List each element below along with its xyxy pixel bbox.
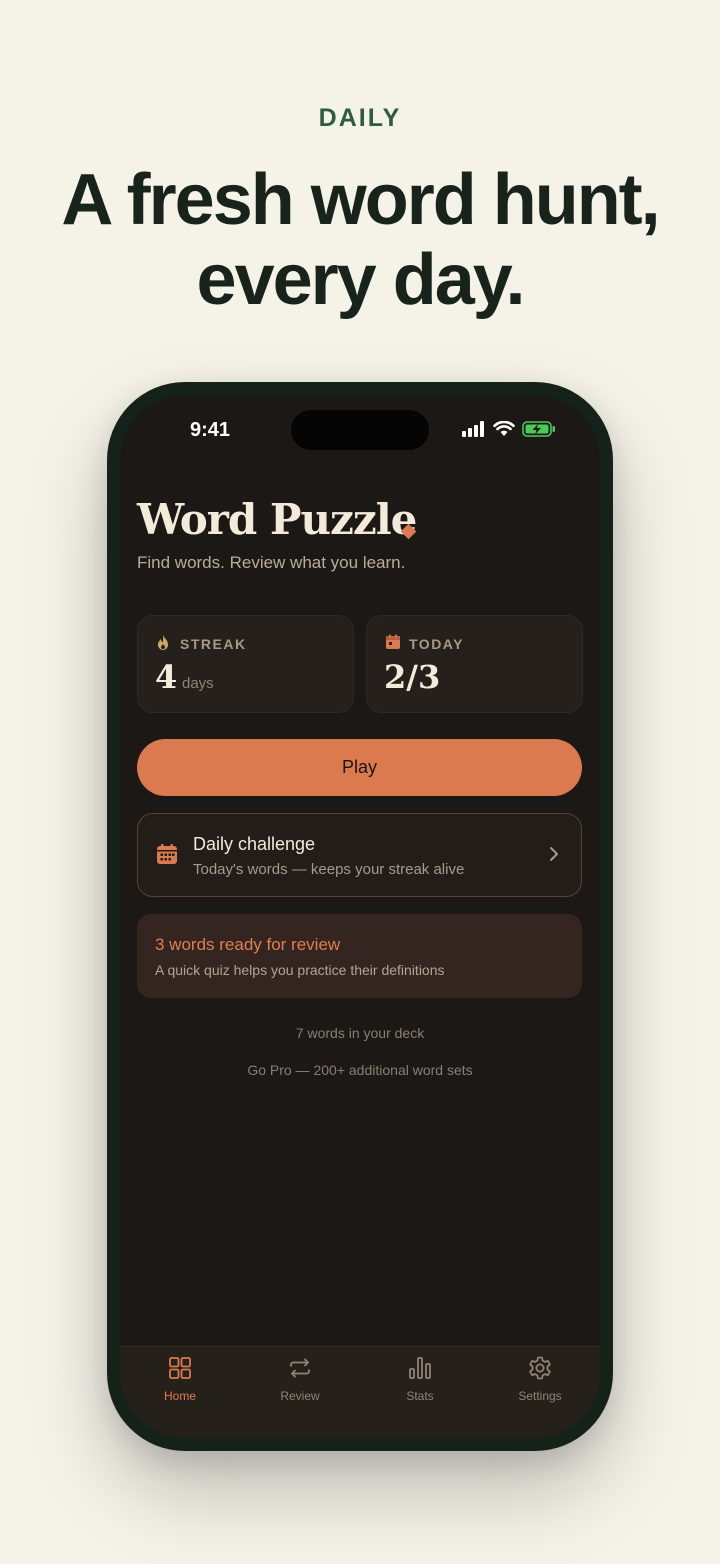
phone-screen: 9:41 Word Puzzle Find words. Review what… xyxy=(120,395,600,1438)
calendar-icon xyxy=(386,634,400,649)
repeat-icon xyxy=(290,1358,310,1378)
status-icons xyxy=(462,421,556,437)
signal-icon xyxy=(462,421,484,437)
tab-stats[interactable]: Stats xyxy=(360,1355,480,1403)
daily-challenge-title: Daily challenge xyxy=(193,834,316,854)
headline-line-1: A fresh word hunt, xyxy=(61,160,660,240)
tab-settings-label: Settings xyxy=(518,1389,562,1403)
battery-charging-icon xyxy=(522,421,555,437)
bar-chart-icon xyxy=(409,1357,431,1379)
wifi-icon xyxy=(493,421,515,436)
deck-count: 7 words in your deck xyxy=(295,1025,425,1041)
headline-line-2: every day. xyxy=(196,240,526,320)
tab-stats-label: Stats xyxy=(406,1389,434,1403)
gear-icon xyxy=(529,1356,551,1380)
grid-icon xyxy=(169,1357,191,1379)
status-time: 9:41 xyxy=(190,419,231,441)
today-value: 2/3 xyxy=(384,658,441,696)
today-card: TODAY 2/3 xyxy=(366,615,583,713)
daily-challenge-card[interactable]: Daily challenge Today's words — keeps yo… xyxy=(137,813,582,897)
chevron-right-icon xyxy=(550,847,558,861)
daily-challenge-subtitle: Today's words — keeps your streak alive xyxy=(193,861,465,878)
tab-review-label: Review xyxy=(280,1389,320,1403)
app-subtitle: Find words. Review what you learn. xyxy=(137,553,406,572)
calendar-grid-icon xyxy=(157,844,177,864)
marketing-headline: A fresh word hunt, every day. xyxy=(0,160,720,320)
streak-card: STREAK 4 days xyxy=(137,615,354,713)
today-label: TODAY xyxy=(409,636,464,652)
app-title: Word Puzzle xyxy=(137,495,417,544)
tab-settings[interactable]: Settings xyxy=(480,1355,600,1403)
tab-bar: Home Review Stats Settings xyxy=(120,1346,600,1438)
review-card[interactable]: 3 words ready for review A quick quiz he… xyxy=(137,914,582,998)
tab-home[interactable]: Home xyxy=(120,1355,240,1403)
tab-home-label: Home xyxy=(163,1389,196,1403)
streak-unit: days xyxy=(182,675,214,692)
phone-frame: 9:41 Word Puzzle Find words. Review what… xyxy=(107,382,613,1451)
streak-label: STREAK xyxy=(180,636,247,652)
tab-review[interactable]: Review xyxy=(240,1355,360,1403)
streak-value: 4 xyxy=(155,658,178,696)
play-button[interactable]: Play xyxy=(137,739,582,796)
review-subtitle: A quick quiz helps you practice their de… xyxy=(155,962,445,978)
review-title: 3 words ready for review xyxy=(155,935,341,954)
marketing-eyebrow: DAILY xyxy=(318,104,402,132)
dynamic-island xyxy=(291,410,429,450)
go-pro-link[interactable]: Go Pro — 200+ additional word sets xyxy=(120,1062,600,1078)
flame-icon xyxy=(158,635,168,650)
